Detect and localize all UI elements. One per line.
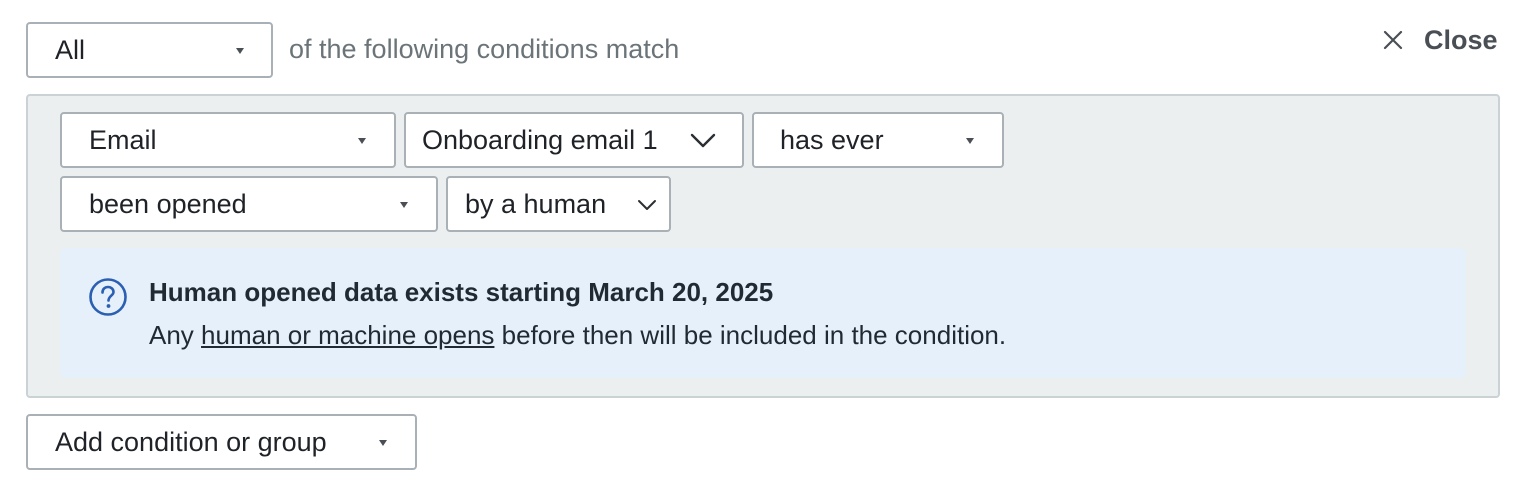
match-description: of the following conditions match <box>289 34 680 64</box>
add-condition-label: Add condition or group <box>55 426 327 457</box>
info-body-prefix: Any <box>149 320 202 350</box>
human-or-machine-opens-link[interactable]: human or machine opens <box>201 320 494 350</box>
info-body: Any human or machine opens before then w… <box>149 320 1006 351</box>
info-notice <box>60 248 1466 378</box>
close-icon <box>1383 30 1403 50</box>
condition-type-label: Email <box>89 124 157 155</box>
info-title: Human opened data exists starting March … <box>149 277 774 307</box>
caret-down-icon <box>966 138 974 144</box>
info-body-suffix: before then will be included in the cond… <box>494 320 1007 350</box>
match-selector[interactable]: All <box>26 22 273 78</box>
actor-select-label: by a human <box>465 188 607 219</box>
action-select-label: been opened <box>89 188 247 219</box>
caret-down-icon <box>236 48 244 54</box>
add-condition-or-group-button[interactable]: Add condition or group <box>26 414 417 470</box>
close-label: Close <box>1424 24 1498 55</box>
match-selector-label: All <box>55 34 86 65</box>
caret-down-icon <box>358 138 366 144</box>
action-select[interactable]: been opened <box>60 176 438 232</box>
actor-select[interactable]: by a human <box>446 176 671 232</box>
email-select-label: Onboarding email 1 <box>422 124 658 155</box>
condition-type-select[interactable]: Email <box>60 112 396 168</box>
caret-down-icon <box>379 440 387 446</box>
close-button[interactable]: Close <box>1382 22 1498 58</box>
frequency-select-label: has ever <box>780 124 884 155</box>
email-select[interactable]: Onboarding email 1 <box>404 112 744 168</box>
question-circle-icon <box>89 278 127 316</box>
chevron-down-icon <box>690 133 716 148</box>
frequency-select[interactable]: has ever <box>752 112 1004 168</box>
chevron-down-icon <box>638 200 656 210</box>
caret-down-icon <box>400 202 408 208</box>
